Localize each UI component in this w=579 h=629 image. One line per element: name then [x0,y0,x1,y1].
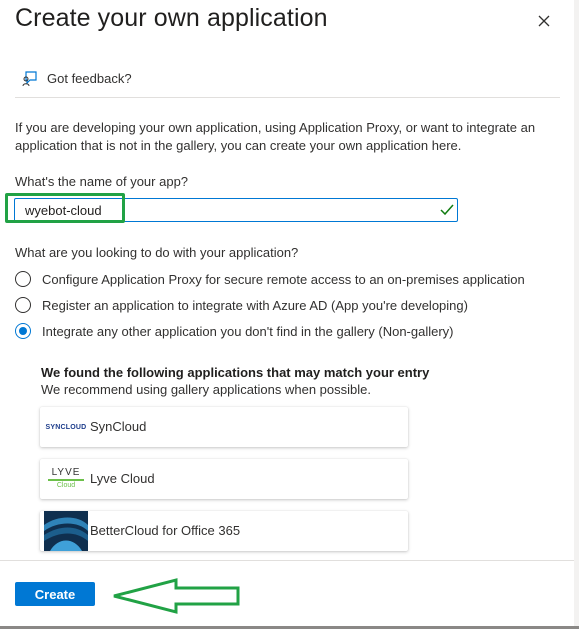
radio-label: Configure Application Proxy for secure r… [42,271,525,287]
intro-text: If you are developing your own applicati… [15,120,536,153]
app-name-label: What's the name of your app? [15,174,189,189]
radio-label: Integrate any other application you don'… [42,323,454,339]
create-button[interactable]: Create [15,582,95,606]
app-name: Lyve Cloud [90,471,155,486]
feedback-link[interactable]: Got feedback? [22,70,132,87]
radio-option-non-gallery[interactable]: Integrate any other application you don'… [15,323,454,339]
matches-subtitle: We recommend using gallery applications … [41,382,371,397]
feedback-label: Got feedback? [47,71,132,86]
header-divider [15,97,560,98]
app-name: SynCloud [90,419,147,434]
annotation-arrow [113,578,240,614]
radio-option-app-proxy[interactable]: Configure Application Proxy for secure r… [15,271,525,287]
radio-button[interactable] [15,271,31,287]
scrollbar[interactable] [574,0,579,629]
lyve-cloud-logo: LYVE Cloud [44,459,88,499]
feedback-icon [22,71,37,87]
app-name: BetterCloud for Office 365 [90,523,241,538]
panel-title: Create your own application [15,4,328,32]
syncloud-logo: SYNCLOUD [45,423,87,431]
close-icon[interactable] [533,10,555,32]
footer-divider [0,560,579,561]
matches-title: We found the following applications that… [41,365,430,380]
gallery-app-card-lyve-cloud[interactable]: LYVE Cloud Lyve Cloud [40,459,408,499]
purpose-label: What are you looking to do with your app… [15,245,299,260]
gallery-app-card-syncloud[interactable]: SYNCLOUD SynCloud [40,407,408,447]
radio-label: Register an application to integrate wit… [42,297,468,313]
radio-button[interactable] [15,297,31,313]
checkmark-icon [440,204,454,216]
annotation-highlight-box [5,193,125,223]
radio-button-selected[interactable] [15,323,31,339]
bettercloud-logo [44,511,88,551]
gallery-app-card-bettercloud[interactable]: BetterCloud for Office 365 [40,511,408,551]
radio-option-register-app[interactable]: Register an application to integrate wit… [15,297,468,313]
